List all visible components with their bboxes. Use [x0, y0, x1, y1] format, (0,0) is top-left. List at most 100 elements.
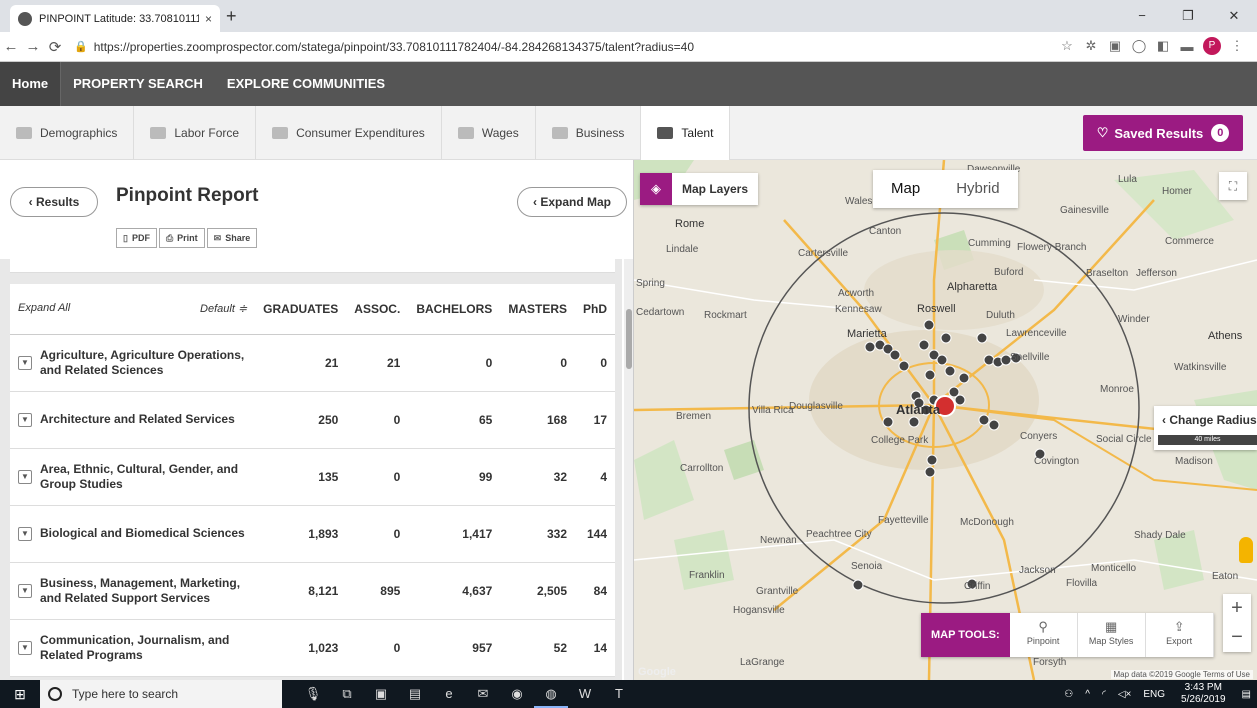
mail-icon: ✉: [213, 232, 222, 243]
volume-icon[interactable]: ◁×: [1112, 689, 1138, 700]
default-sort-select[interactable]: Default ≑: [200, 302, 247, 315]
system-tray: ⚇ ^ ◜ ◁× ENG 3:43 PM 5/26/2019 ▤: [1058, 680, 1257, 708]
chevron-down-icon[interactable]: ▼: [18, 355, 32, 370]
edge-icon[interactable]: e: [432, 680, 466, 708]
network-icon[interactable]: ◜: [1096, 689, 1112, 700]
table-row[interactable]: ▼ Business, Management, Marketing, and Re…: [10, 562, 615, 620]
zoom-out-button[interactable]: −: [1223, 623, 1251, 652]
extension-icon[interactable]: ▣: [1103, 38, 1127, 54]
tab-demographics[interactable]: Demographics: [0, 105, 135, 160]
export-button[interactable]: ⇪ Export: [1145, 613, 1214, 657]
column-header-graduates[interactable]: GRADUATES: [255, 284, 347, 335]
nav-home[interactable]: Home: [0, 62, 62, 106]
column-header-masters[interactable]: MASTERS: [500, 284, 575, 335]
back-icon[interactable]: ←: [0, 38, 22, 55]
map-layers-button[interactable]: ◈ Map Layers: [640, 173, 759, 205]
nav-property-search[interactable]: PROPERTY SEARCH: [61, 62, 215, 106]
restore-button[interactable]: ❐: [1165, 0, 1211, 32]
tab-consumer-expenditures[interactable]: Consumer Expenditures: [256, 105, 442, 160]
table-row[interactable]: ▼ Area, Ethnic, Cultural, Gender, and Gro…: [10, 448, 615, 506]
pinpoint-tool-button[interactable]: ⚲ Pinpoint: [1009, 613, 1078, 657]
map-place-label: Roswell: [917, 303, 956, 315]
zoom-in-button[interactable]: +: [1223, 594, 1251, 623]
results-back-button[interactable]: ‹ Results: [10, 187, 98, 217]
share-button[interactable]: ✉ Share: [206, 228, 258, 248]
chevron-down-icon[interactable]: ▼: [18, 469, 32, 484]
category-label: Architecture and Related Services: [40, 412, 235, 426]
chevron-down-icon[interactable]: ▼: [18, 526, 32, 541]
map-type-map[interactable]: Map: [873, 170, 938, 208]
menu-kebab-icon[interactable]: ⋮: [1225, 38, 1249, 54]
tab-wages[interactable]: Wages: [442, 105, 536, 160]
street-view-pegman-icon[interactable]: [1239, 537, 1253, 563]
change-radius-button[interactable]: ‹ Change Radius 40 miles: [1154, 406, 1257, 450]
map-place-label: Homer: [1162, 186, 1193, 197]
map-place-label: Monroe: [1100, 384, 1134, 395]
word-icon[interactable]: W: [568, 680, 602, 708]
notifications-icon[interactable]: ▤: [1236, 689, 1257, 700]
close-window-button[interactable]: ✕: [1211, 0, 1257, 32]
map-view[interactable]: Dawsonville Lula Homer Gainesville Wales…: [634, 160, 1257, 680]
export-label: Export: [1166, 636, 1193, 646]
extension-icon[interactable]: ◧: [1151, 38, 1175, 54]
expand-all-link[interactable]: Expand All: [18, 302, 70, 314]
tab-labor-force[interactable]: Labor Force: [134, 105, 257, 160]
pdf-button[interactable]: ▯ PDF: [116, 228, 157, 248]
chrome-icon[interactable]: ◍: [534, 680, 568, 708]
teams-icon[interactable]: T: [602, 680, 636, 708]
map-place-label: Forsyth: [1033, 657, 1067, 668]
windows-start-icon[interactable]: ⊞: [0, 686, 40, 703]
column-header-phd[interactable]: PhD: [575, 284, 615, 335]
scrollbar-thumb[interactable]: [626, 309, 632, 369]
saved-results-button[interactable]: ♡ Saved Results 0: [1083, 115, 1243, 151]
forward-icon[interactable]: →: [22, 38, 44, 55]
chevron-down-icon[interactable]: ▼: [18, 583, 32, 598]
extension-icon[interactable]: ◯: [1127, 38, 1151, 54]
language-indicator[interactable]: ENG: [1137, 689, 1171, 700]
task-view-icon[interactable]: ⧉: [330, 680, 364, 708]
extension-icon[interactable]: ▬: [1175, 39, 1199, 54]
table-row[interactable]: ▼ Biological and Biomedical Sciences 1,89…: [10, 505, 615, 563]
map-styles-button[interactable]: ▦ Map Styles: [1077, 613, 1146, 657]
column-header-assoc[interactable]: ASSOC.: [346, 284, 409, 335]
map-place-label: Rome: [675, 218, 705, 230]
nav-explore-communities[interactable]: EXPLORE COMMUNITIES: [215, 62, 397, 106]
close-tab-icon[interactable]: ×: [205, 12, 212, 26]
table-row[interactable]: ▼ Communication, Journalism, and Related …: [10, 619, 615, 677]
fullscreen-icon[interactable]: ⛶: [1219, 172, 1247, 200]
people-icon[interactable]: ⚇: [1058, 689, 1079, 700]
chevron-down-icon[interactable]: ▼: [18, 412, 32, 427]
mail-icon[interactable]: ✉: [466, 680, 500, 708]
taskbar-search[interactable]: Type here to search: [40, 680, 282, 708]
assoc-cell: 0: [346, 391, 409, 449]
tab-business[interactable]: Business: [536, 105, 642, 160]
map-attribution[interactable]: Map data ©2019 Google Terms of Use: [1110, 670, 1253, 679]
browser-tab[interactable]: PINPOINT Latitude: 33.70810111 ×: [10, 5, 220, 32]
microphone-icon[interactable]: 🎙: [296, 680, 330, 708]
url-field[interactable]: 🔒 https://properties.zoomprospector.com/…: [74, 35, 1014, 59]
profile-avatar[interactable]: P: [1203, 37, 1221, 55]
print-button[interactable]: ⎙ Print: [158, 228, 205, 248]
tab-talent[interactable]: Talent: [641, 105, 731, 160]
bookmark-star-icon[interactable]: ☆: [1055, 38, 1079, 54]
chevron-up-icon[interactable]: ^: [1079, 689, 1096, 700]
app-icon[interactable]: ◉: [500, 680, 534, 708]
panel-scrollbar[interactable]: [624, 259, 633, 680]
clock[interactable]: 3:43 PM 5/26/2019: [1171, 682, 1236, 706]
chevron-down-icon[interactable]: ▼: [18, 640, 32, 655]
minimize-button[interactable]: −: [1119, 0, 1165, 32]
column-header-bachelors[interactable]: BACHELORS: [408, 284, 501, 335]
extension-icon[interactable]: ✲: [1079, 38, 1103, 54]
tab-label: Labor Force: [174, 125, 240, 140]
card-top-edge: [10, 259, 615, 273]
table-row[interactable]: ▼ Agriculture, Agriculture Operations, an…: [10, 334, 615, 392]
map-type-hybrid[interactable]: Hybrid: [938, 170, 1017, 208]
map-place-label: Canton: [869, 226, 902, 237]
briefcase-icon: [551, 126, 568, 139]
table-row[interactable]: ▼ Architecture and Related Services 250 0…: [10, 391, 615, 449]
expand-map-button[interactable]: ‹ Expand Map: [517, 187, 627, 217]
file-explorer-icon[interactable]: ▤: [398, 680, 432, 708]
reload-icon[interactable]: ⟳: [44, 38, 66, 56]
new-tab-button[interactable]: +: [226, 6, 237, 27]
app-icon[interactable]: ▣: [364, 680, 398, 708]
